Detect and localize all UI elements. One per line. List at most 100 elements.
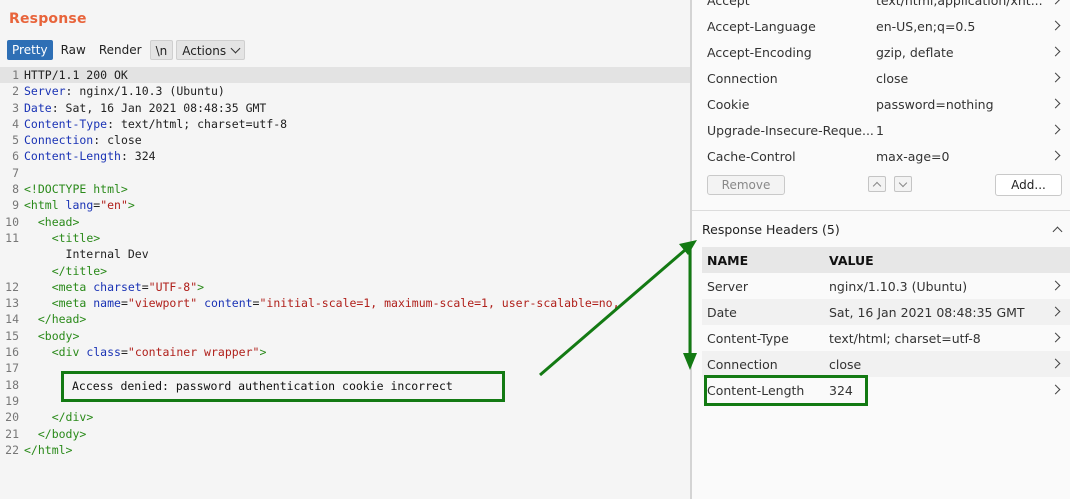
code-text: </html> — [24, 443, 72, 457]
code-token: <meta — [51, 279, 94, 294]
remove-button[interactable]: Remove — [707, 175, 785, 195]
code-token: : text/html; charset=utf-8 — [107, 116, 288, 131]
view-toolbar: Pretty Raw Render \n Actions — [7, 40, 248, 60]
code-line: </title> — [0, 263, 690, 279]
code-token: > — [197, 279, 205, 294]
request-header-row[interactable]: Accept-Language en-US,en;q=0.5 — [692, 13, 1070, 39]
tab-raw[interactable]: Raw — [56, 40, 91, 60]
code-line: 12 <meta charset="UTF-8"> — [0, 279, 690, 295]
line-number: 3 — [12, 100, 19, 115]
code-token: "en" — [100, 198, 128, 213]
column-value[interactable]: VALUE — [829, 253, 874, 268]
code-line: 2 Server: nginx/1.10.3 (Ubuntu) — [0, 83, 690, 99]
add-button[interactable]: Add... — [995, 174, 1062, 196]
line-number: 15 — [5, 328, 19, 343]
header-value: 1 — [876, 123, 884, 138]
chevron-right-icon[interactable] — [1050, 46, 1061, 57]
chevron-right-icon[interactable] — [1050, 358, 1061, 369]
section-separator — [692, 210, 1070, 211]
chevron-right-icon[interactable] — [1050, 20, 1061, 31]
header-value: password=nothing — [876, 97, 994, 112]
response-header-row[interactable]: Date Sat, 16 Jan 2021 08:48:35 GMT — [702, 299, 1070, 325]
header-value: gzip, deflate — [876, 45, 954, 60]
chevron-right-icon[interactable] — [1050, 98, 1061, 109]
code-text: <div class="container wrapper"> — [24, 345, 267, 360]
header-name: Cache-Control — [707, 149, 796, 164]
header-name: Accept — [707, 0, 750, 8]
code-line: 7 — [0, 165, 690, 181]
code-line: 11 <title> — [0, 230, 690, 246]
header-name: Upgrade-Insecure-Reque... — [707, 123, 874, 138]
request-header-row[interactable]: Cache-Control max-age=0 — [692, 143, 1070, 169]
request-header-row[interactable]: Upgrade-Insecure-Reque... 1 — [692, 117, 1070, 143]
code-text: </title> — [24, 264, 107, 278]
code-text: <meta name="viewport" content="initial-s… — [24, 296, 620, 310]
chevron-right-icon[interactable] — [1050, 72, 1061, 83]
chevron-right-icon[interactable] — [1050, 0, 1061, 5]
chevron-up-icon[interactable] — [1052, 226, 1063, 237]
code-token: "container wrapper" — [127, 345, 260, 360]
code-token: <head> — [37, 214, 80, 229]
code-token: Server — [24, 84, 66, 99]
tab-render[interactable]: Render — [94, 40, 147, 60]
chevron-right-icon[interactable] — [1050, 124, 1061, 135]
code-line: 13 <meta name="viewport" content="initia… — [0, 295, 690, 311]
code-text: Content-Type: text/html; charset=utf-8 — [24, 117, 287, 131]
code-token: class — [86, 345, 121, 360]
header-name: Connection — [707, 357, 778, 372]
code-line: 1 HTTP/1.1 200 OK — [0, 67, 690, 84]
newline-toggle[interactable]: \n — [149, 40, 174, 60]
inspector-panel: Accept text/html,application/xht... Accept… — [692, 0, 1070, 499]
response-header-row[interactable]: Connection close — [702, 351, 1070, 377]
chevron-right-icon[interactable] — [1050, 280, 1061, 291]
code-text: </div> — [24, 410, 94, 424]
code-token: > — [259, 345, 267, 360]
chevron-right-icon[interactable] — [1050, 332, 1061, 343]
request-header-row[interactable]: Cookie password=nothing — [692, 91, 1070, 117]
tab-pretty[interactable]: Pretty — [7, 40, 53, 60]
header-name: Content-Type — [707, 331, 789, 346]
code-token: Date — [24, 100, 52, 115]
request-header-row[interactable]: Connection close — [692, 65, 1070, 91]
line-number: 4 — [12, 116, 19, 131]
header-name: Connection — [707, 71, 778, 86]
line-number: 14 — [5, 312, 19, 327]
code-token: Internal Dev — [24, 247, 149, 262]
code-text: </body> — [24, 427, 86, 441]
line-number: 20 — [5, 410, 19, 425]
chevron-up-icon — [872, 181, 882, 191]
move-up-button[interactable] — [868, 176, 886, 192]
column-name[interactable]: NAME — [707, 253, 748, 268]
code-text: </head> — [24, 312, 86, 326]
response-header-row[interactable]: Server nginx/1.10.3 (Ubuntu) — [702, 273, 1070, 299]
code-text: Server: nginx/1.10.3 (Ubuntu) — [24, 84, 225, 98]
line-number: 19 — [5, 393, 19, 408]
code-text: HTTP/1.1 200 OK — [24, 68, 128, 82]
chevron-right-icon[interactable] — [1050, 384, 1061, 395]
code-token: "viewport" — [127, 296, 198, 311]
chevron-down-icon — [898, 178, 908, 188]
line-number: 13 — [5, 296, 19, 311]
response-headers-title[interactable]: Response Headers (5) — [702, 222, 840, 237]
code-text: <meta charset="UTF-8"> — [24, 280, 204, 294]
chevron-right-icon[interactable] — [1050, 306, 1061, 317]
move-down-button[interactable] — [894, 176, 912, 192]
code-line: 3 Date: Sat, 16 Jan 2021 08:48:35 GMT — [0, 100, 690, 116]
request-header-row[interactable]: Accept text/html,application/xht... — [692, 0, 1070, 13]
header-value: Sat, 16 Jan 2021 08:48:35 GMT — [829, 305, 1025, 320]
header-value: en-US,en;q=0.5 — [876, 19, 976, 34]
request-header-row[interactable]: Accept-Encoding gzip, deflate — [692, 39, 1070, 65]
response-header-row[interactable]: Content-Type text/html; charset=utf-8 — [702, 325, 1070, 351]
code-token: </head> — [37, 312, 87, 327]
header-name: Date — [707, 305, 737, 320]
code-token: = — [120, 345, 128, 360]
actions-menu[interactable]: Actions — [176, 40, 246, 60]
code-text: Internal Dev — [24, 247, 149, 261]
header-value: text/html,application/xht... — [876, 0, 1043, 8]
chevron-right-icon[interactable] — [1050, 150, 1061, 161]
